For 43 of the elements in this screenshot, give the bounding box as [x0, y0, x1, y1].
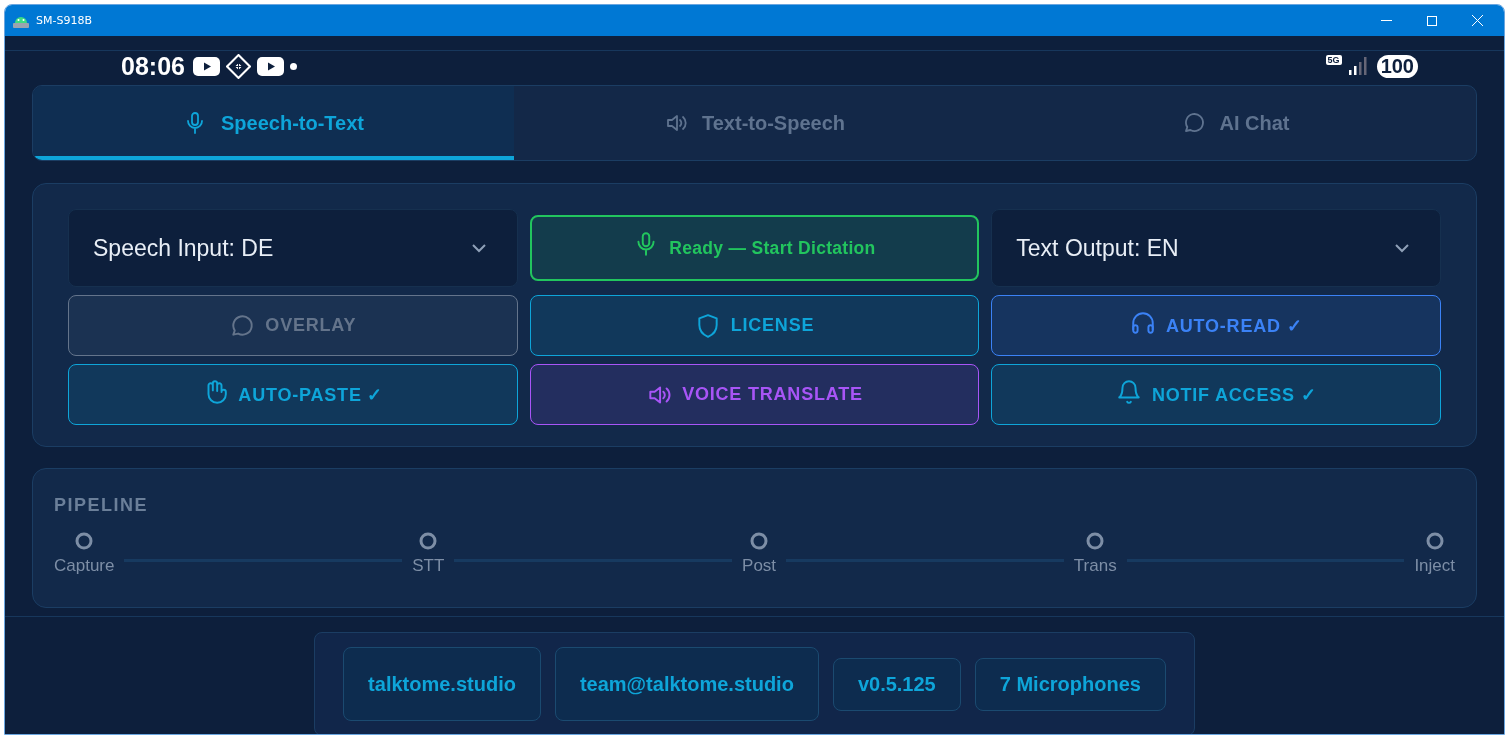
play-icon [192, 56, 220, 76]
diamond-icon [225, 53, 251, 79]
toggle-button[interactable]: Ready — Start Dictation [529, 215, 980, 281]
tab[interactable]: Speech-to-Text [33, 86, 514, 160]
toggle-button[interactable]: AUTO-PASTE ✓ [68, 364, 518, 425]
clock-time: 08:06 [121, 51, 185, 81]
chat-bubble-icon [229, 312, 256, 339]
tab[interactable]: AI Chat [995, 86, 1476, 160]
signal-icon [1347, 57, 1367, 75]
toggle-button[interactable]: LICENSE [529, 295, 980, 356]
step-label: Trans [1073, 556, 1117, 576]
network-badge: 5G [1325, 55, 1342, 65]
toggle-button[interactable]: OVERLAY [68, 295, 518, 356]
step-label: Capture [54, 556, 115, 576]
toggle-button[interactable]: VOICE TRANSLATE [529, 364, 980, 425]
step-circle-icon [750, 532, 769, 550]
step-circle-icon [1086, 532, 1105, 550]
headphones-icon [1129, 310, 1156, 336]
tab[interactable]: Text-to-Speech [514, 86, 995, 160]
play-icon [256, 56, 284, 76]
maximize-icon[interactable] [1427, 15, 1437, 26]
info-badge: 7 Microphones [974, 657, 1166, 711]
bell-icon [1115, 379, 1142, 405]
section-title: PIPELINE [54, 495, 150, 516]
dot-icon [289, 62, 297, 70]
language-dropdown[interactable]: Text Output: EN [991, 209, 1441, 287]
link[interactable]: talktome.studio [343, 647, 541, 721]
chevron-down-icon [470, 243, 487, 253]
info-badge: v0.5.125 [832, 657, 961, 711]
link[interactable]: team@talktome.studio [554, 647, 819, 721]
step-circle-icon [419, 532, 438, 550]
toggle-button[interactable]: AUTO-READ ✓ [991, 295, 1441, 356]
step-label: Post [742, 556, 777, 576]
step-circle-icon [1425, 532, 1444, 550]
toggle-button[interactable]: NOTIF ACCESS ✓ [991, 364, 1441, 425]
step-label: Inject [1414, 556, 1456, 576]
chevron-down-icon [1394, 243, 1410, 253]
close-icon[interactable] [1472, 15, 1483, 26]
step-circle-icon [75, 532, 94, 550]
window-title: SM-S918B [36, 14, 92, 27]
step-label: STT [412, 556, 445, 576]
battery-level: 100 [1376, 54, 1418, 78]
language-dropdown[interactable]: Speech Input: DE [68, 209, 518, 287]
